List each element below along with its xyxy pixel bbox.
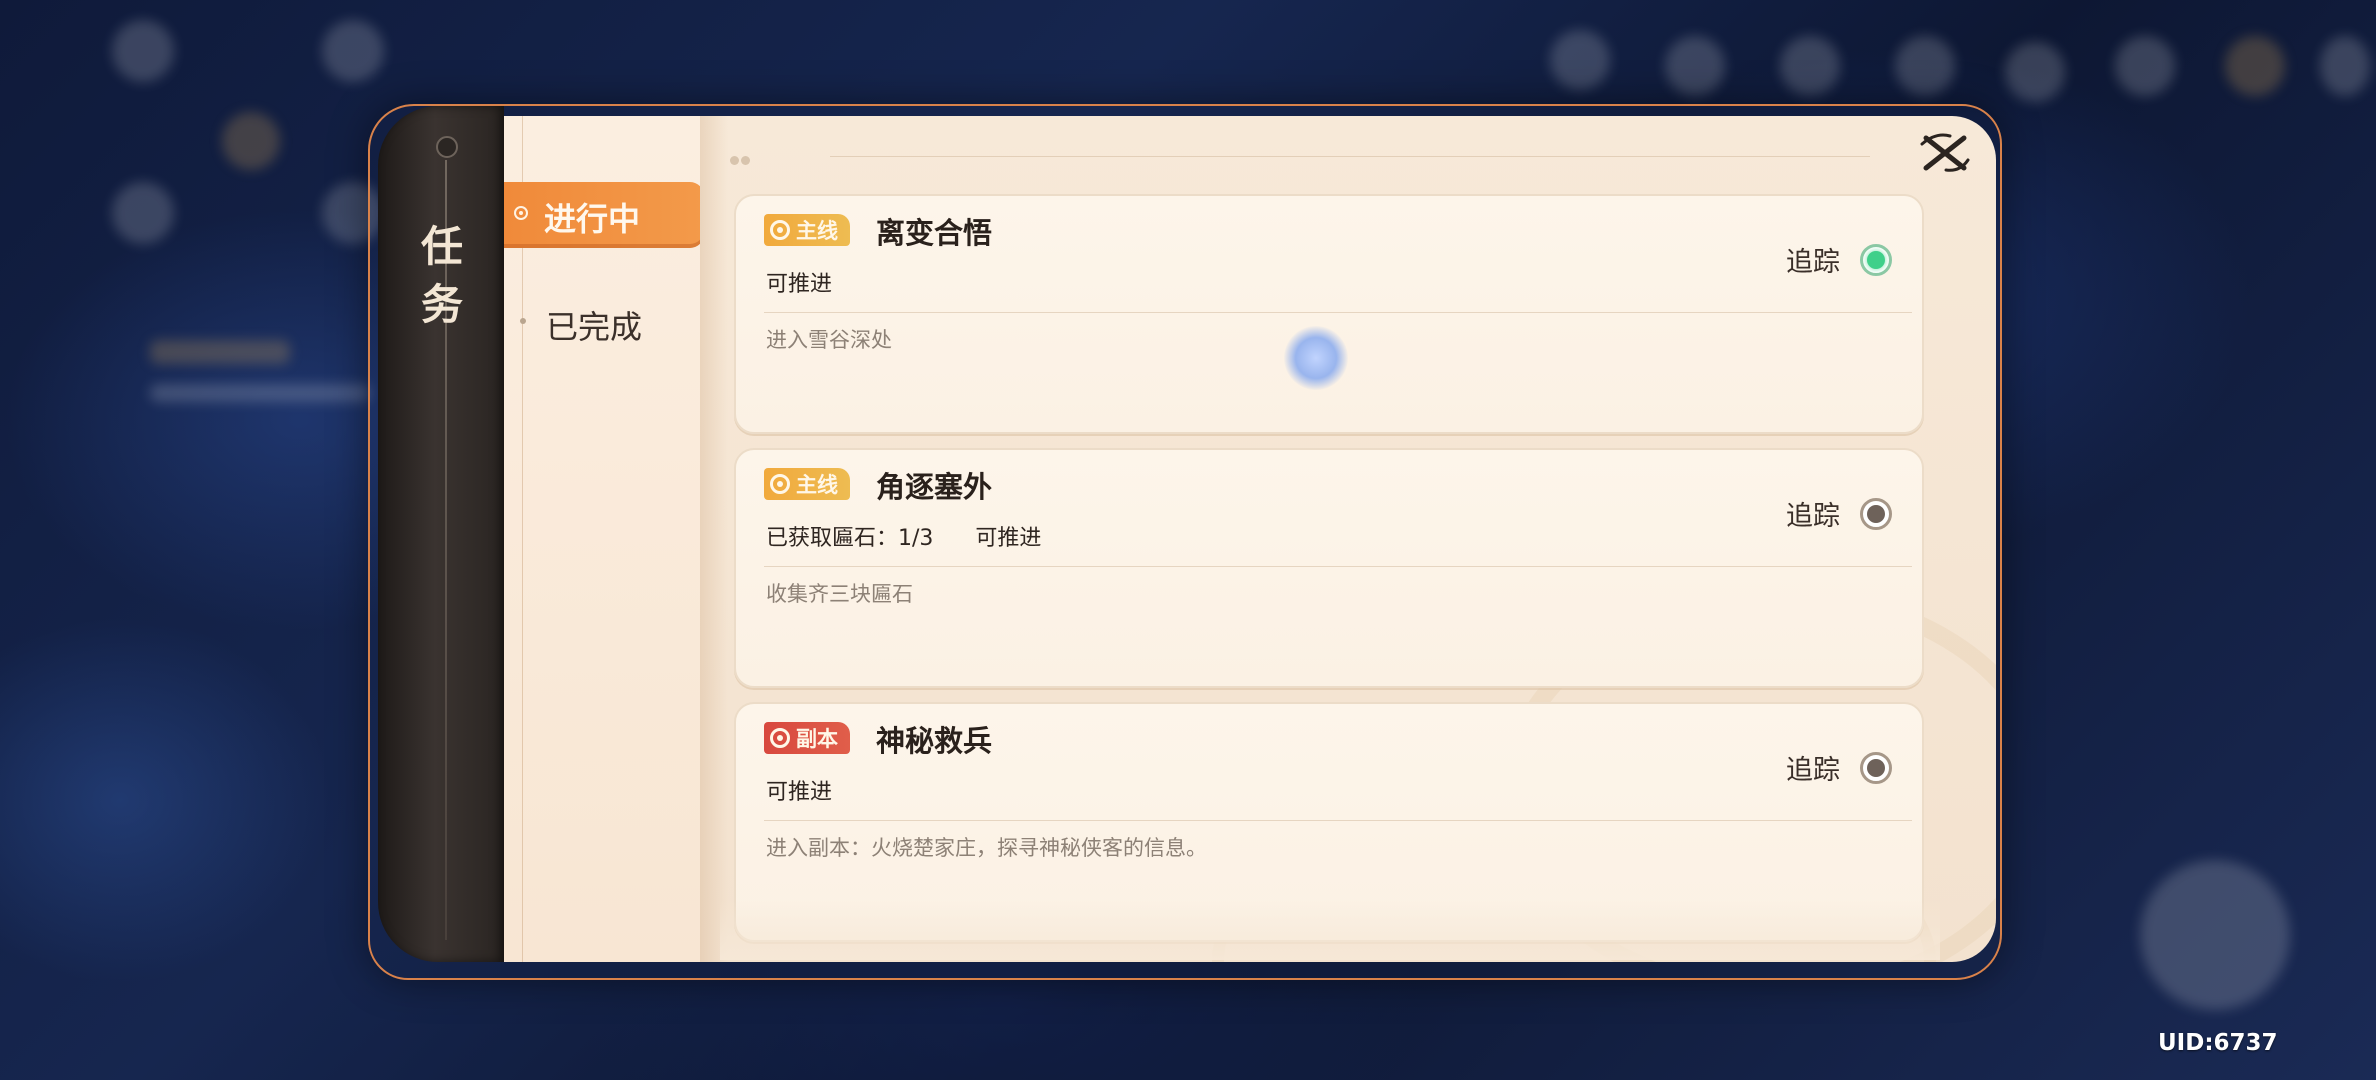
badge-ring-icon xyxy=(770,474,790,494)
tab-label: 已完成 xyxy=(546,308,643,346)
game-screen: 任务 进行中 已完成 主线 离变合悟 可推进 进入雪谷深处 追踪 主线 角逐塞外… xyxy=(0,0,2376,1080)
quest-title: 神秘救兵 xyxy=(876,724,993,758)
panel-title: 任务 xyxy=(420,222,463,329)
bg-hud-bar xyxy=(150,384,370,402)
track-toggle[interactable]: 追踪 xyxy=(1786,240,1892,279)
badge-label: 副本 xyxy=(796,726,838,751)
card-divider xyxy=(764,312,1912,313)
bg-hud-icon xyxy=(2320,36,2370,96)
close-icon xyxy=(1920,133,1970,172)
quest-title: 离变合悟 xyxy=(876,216,993,250)
track-label: 追踪 xyxy=(1786,501,1840,532)
bg-hud-icon xyxy=(112,182,174,244)
quest-title: 角逐塞外 xyxy=(876,470,993,504)
tab-dot-icon xyxy=(520,318,526,324)
bg-hud-icon xyxy=(2115,36,2175,96)
quest-description: 进入雪谷深处 xyxy=(766,328,892,352)
track-label: 追踪 xyxy=(1786,247,1840,278)
bg-hud-icon xyxy=(1550,30,1610,90)
track-inactive-icon[interactable] xyxy=(1860,497,1892,530)
bg-hud-icon xyxy=(222,112,280,170)
track-label: 追踪 xyxy=(1786,755,1840,786)
page-dots xyxy=(730,150,754,165)
quest-description: 进入副本：火烧楚家庄，探寻神秘侠客的信息。 xyxy=(766,836,1207,860)
bg-hud-icon xyxy=(1780,36,1840,96)
badge-ring-icon xyxy=(770,220,790,240)
bg-hud-icon xyxy=(2005,42,2065,102)
tab-label: 进行中 xyxy=(544,200,641,238)
badge-ring-icon xyxy=(770,728,790,748)
quest-type-badge: 主线 xyxy=(764,468,850,500)
uid-label: UID:6737 xyxy=(2158,1030,2278,1056)
close-button[interactable] xyxy=(1916,126,1974,178)
badge-label: 主线 xyxy=(796,218,838,243)
tab-in-progress[interactable]: 进行中 xyxy=(504,182,704,248)
track-toggle[interactable]: 追踪 xyxy=(1786,494,1892,533)
track-toggle[interactable]: 追踪 xyxy=(1786,748,1892,787)
quest-type-badge: 主线 xyxy=(764,214,850,246)
badge-label: 主线 xyxy=(796,472,838,497)
bg-joystick-icon xyxy=(2140,860,2290,1010)
quest-type-badge: 副本 xyxy=(764,722,850,754)
quest-status: 可推进 xyxy=(766,780,833,805)
top-divider xyxy=(830,156,1870,157)
track-active-icon[interactable] xyxy=(1860,243,1892,276)
bg-hud-icon xyxy=(1895,36,1955,96)
bg-hud-icon xyxy=(2225,36,2285,96)
touch-ripple-icon xyxy=(1284,326,1348,390)
spine-knob-icon xyxy=(436,136,458,158)
tab-completed[interactable]: 已完成 xyxy=(504,290,700,356)
quest-status: 可推进 xyxy=(766,272,833,297)
list-fade xyxy=(720,900,1940,960)
quest-card[interactable]: 主线 离变合悟 可推进 进入雪谷深处 追踪 xyxy=(734,194,1924,434)
track-inactive-icon[interactable] xyxy=(1860,751,1892,784)
card-divider xyxy=(764,566,1912,567)
quest-description: 收集齐三块匾石 xyxy=(766,582,913,606)
tab-indicator-icon xyxy=(514,206,528,220)
bg-hud-icon xyxy=(112,20,174,82)
bg-hud-bar xyxy=(150,340,290,364)
bg-hud-icon xyxy=(322,20,384,82)
quest-status: 已获取匾石：1/3 可推进 xyxy=(766,526,1042,551)
bg-hud-icon xyxy=(1665,36,1725,96)
quest-card[interactable]: 主线 角逐塞外 已获取匾石：1/3 可推进 收集齐三块匾石 追踪 xyxy=(734,448,1924,688)
card-divider xyxy=(764,820,1912,821)
